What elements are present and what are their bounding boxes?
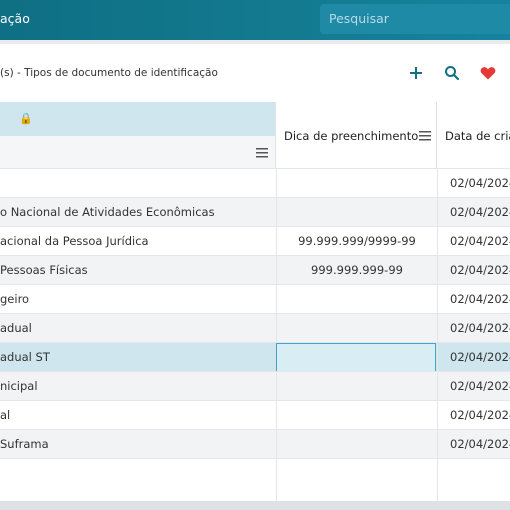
cell-hint: 999.999.999-99	[276, 256, 437, 285]
table-row[interactable]: adual 02/04/2024	[0, 313, 510, 343]
lock-icon: 🔒	[19, 112, 33, 125]
table-row[interactable]: geiro 02/04/2024	[0, 284, 510, 314]
column-header-hint-label: Dica de preenchimento	[284, 129, 419, 143]
cell-name: Suframa	[0, 437, 49, 451]
favorite-button[interactable]	[479, 64, 497, 82]
cell-hint	[276, 285, 437, 314]
cell-hint	[276, 430, 437, 459]
add-button[interactable]	[407, 64, 425, 82]
cell-name: o Nacional de Atividades Econômicas	[0, 205, 215, 219]
cell-date: 02/04/2024	[437, 285, 510, 314]
cell-date: 02/04/2024	[437, 343, 510, 372]
column-menu-icon[interactable]	[419, 131, 431, 141]
cell-hint	[276, 372, 437, 401]
table-row-selected[interactable]: adual ST 02/04/2024	[0, 342, 510, 372]
cell-name: adual	[0, 321, 32, 335]
cell-date: 02/04/2024	[437, 169, 510, 198]
cell-name: geiro	[0, 292, 30, 306]
table-row[interactable]: o Nacional de Atividades Econômicas 02/0…	[0, 197, 510, 227]
cell-hint	[276, 169, 437, 198]
column-menu-icon[interactable]	[256, 148, 268, 158]
page-toolbar: (s) - Tipos de documento de identificaçã…	[0, 44, 510, 102]
cell-name: Pessoas Físicas	[0, 263, 88, 277]
column-header-date[interactable]: Data de cria	[436, 102, 510, 168]
cell-hint	[276, 401, 437, 430]
cell-hint-focused[interactable]	[276, 343, 436, 372]
table-row[interactable]	[0, 458, 510, 502]
search-placeholder: Pesquisar	[329, 11, 389, 26]
cell-date: 02/04/2024	[437, 227, 510, 256]
horizontal-scrollbar[interactable]	[0, 501, 510, 510]
search-button[interactable]	[443, 64, 461, 82]
cell-name: acional da Pessoa Jurídica	[0, 234, 149, 248]
cell-date: 02/04/2024	[437, 401, 510, 430]
cell-name: nicipal	[0, 379, 38, 393]
page-title: (s) - Tipos de documento de identificaçã…	[0, 67, 218, 79]
cell-hint	[276, 459, 437, 502]
cell-name: al	[0, 408, 11, 422]
cell-date: 02/04/2024	[437, 198, 510, 227]
cell-hint: 99.999.999/9999-99	[276, 227, 437, 256]
table-row[interactable]: 02/04/2024	[0, 168, 510, 198]
cell-date: 02/04/2024	[437, 256, 510, 285]
table-row[interactable]: acional da Pessoa Jurídica 99.999.999/99…	[0, 226, 510, 256]
cell-date: 02/04/2024	[437, 372, 510, 401]
column-header-hint[interactable]: Dica de preenchimento	[275, 102, 437, 168]
data-grid: 🔒 Dica de preenchimento Data de cria 02/…	[0, 102, 510, 502]
cell-date: 02/04/2024	[437, 314, 510, 343]
table-row[interactable]: Suframa 02/04/2024	[0, 429, 510, 459]
table-row[interactable]: Pessoas Físicas 999.999.999-99 02/04/202…	[0, 255, 510, 285]
column-header-name[interactable]: 🔒	[0, 102, 275, 168]
cell-hint	[276, 314, 437, 343]
cell-name	[0, 459, 275, 502]
cell-name	[0, 169, 275, 198]
search-icon	[445, 66, 460, 81]
app-title: ação	[0, 11, 30, 26]
heart-icon	[480, 67, 496, 80]
plus-icon	[410, 67, 422, 79]
search-input[interactable]: Pesquisar	[320, 4, 510, 34]
column-header-date-label: Data de cria	[445, 129, 510, 143]
top-app-bar: ação Pesquisar	[0, 0, 510, 40]
cell-name: adual ST	[0, 350, 50, 364]
table-row[interactable]: al 02/04/2024	[0, 400, 510, 430]
cell-date: 02/04/2024	[437, 430, 510, 459]
cell-date	[437, 459, 510, 502]
table-row[interactable]: nicipal 02/04/2024	[0, 371, 510, 401]
cell-hint	[276, 198, 437, 227]
